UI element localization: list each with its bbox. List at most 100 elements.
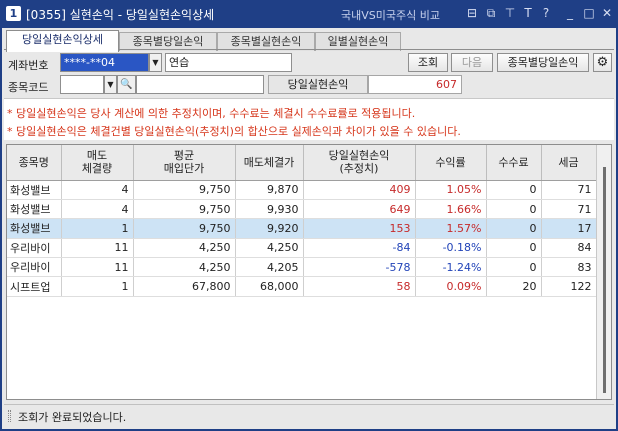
cell-sell-qty: 1: [61, 218, 134, 239]
cell-fee: 20: [486, 276, 542, 297]
realized-pnl-label: 당일실현손익: [268, 75, 368, 94]
notice-line-1: * 당일실현손익은 당사 계산에 의한 추정치이며, 수수료는 체결시 수수료률…: [7, 107, 416, 120]
cell-return-rate: 1.57%: [415, 218, 487, 239]
pin-icon[interactable]: ⊤: [502, 5, 518, 21]
stock-code-dropdown-icon[interactable]: ▼: [104, 75, 117, 94]
cell-sell-price: 9,870: [235, 180, 304, 200]
cell-realized-pnl: 153: [303, 218, 416, 239]
cell-avg-buy-price: 9,750: [133, 180, 236, 200]
font-size-icon[interactable]: T: [520, 5, 536, 21]
cell-return-rate: 0.09%: [415, 276, 487, 297]
col-sell-qty[interactable]: 매도 체결량: [61, 145, 134, 181]
query-button[interactable]: 조회: [408, 53, 448, 72]
table-row[interactable]: 화성밸브 4 9,750 9,870 409 1.05% 0 71: [7, 180, 597, 200]
table-row[interactable]: 화성밸브 1 9,750 9,920 153 1.57% 0 17: [7, 218, 597, 239]
cell-realized-pnl: 58: [303, 276, 416, 297]
cell-avg-buy-price: 4,250: [133, 238, 236, 259]
realized-pnl-value: 607: [368, 75, 462, 94]
stock-name-field: [136, 75, 264, 94]
cell-sell-qty: 4: [61, 180, 134, 200]
table-row[interactable]: 시프트업 1 67,800 68,000 58 0.09% 20 122: [7, 276, 597, 297]
cell-realized-pnl: 649: [303, 199, 416, 220]
col-realized-pnl[interactable]: 당일실현손익 (추정치): [303, 145, 416, 181]
cell-fee: 0: [486, 199, 542, 220]
cell-avg-buy-price: 4,250: [133, 257, 236, 278]
next-button[interactable]: 다음: [451, 53, 493, 72]
cell-return-rate: -0.18%: [415, 238, 487, 259]
col-return-rate[interactable]: 수익률: [415, 145, 487, 181]
account-number-field[interactable]: ****-**04: [60, 53, 149, 72]
status-message: 조회가 완료되었습니다.: [18, 411, 127, 424]
col-stock-name[interactable]: 종목명: [7, 145, 62, 181]
cell-stock-name: 우리바이: [7, 238, 62, 259]
cell-stock-name: 우리바이: [7, 257, 62, 278]
window-title: [0355] 실현손익 - 당일실현손익상세: [26, 8, 215, 22]
cell-tax: 122: [541, 276, 597, 297]
cell-stock-name: 화성밸브: [7, 218, 62, 239]
cell-tax: 71: [541, 180, 597, 200]
cell-stock-name: 화성밸브: [7, 199, 62, 220]
notice-panel: * 당일실현손익은 당사 계산에 의한 추정치이며, 수수료는 체결시 수수료률…: [4, 98, 614, 140]
stock-search-icon[interactable]: 🔍: [117, 75, 136, 94]
cell-realized-pnl: 409: [303, 180, 416, 200]
layout-icon[interactable]: ⊟: [464, 5, 480, 21]
table-row[interactable]: 우리바이 11 4,250 4,205 -578 -1.24% 0 83: [7, 257, 597, 278]
cell-stock-name: 시프트업: [7, 276, 62, 297]
close-button[interactable]: ✕: [599, 5, 615, 21]
account-name-field: 연습: [165, 53, 292, 72]
cell-fee: 0: [486, 218, 542, 239]
cell-tax: 84: [541, 238, 597, 259]
cell-sell-price: 4,250: [235, 238, 304, 259]
table-row[interactable]: 화성밸브 4 9,750 9,930 649 1.66% 0 71: [7, 199, 597, 220]
title-bar: 1 [0355] 실현손익 - 당일실현손익상세 국내VS미국주식 비교 ⊟ ⧉…: [0, 0, 618, 28]
cell-tax: 71: [541, 199, 597, 220]
settings-gear-icon[interactable]: ⚙: [593, 53, 612, 72]
cell-return-rate: 1.66%: [415, 199, 487, 220]
compare-link[interactable]: 국내VS미국주식 비교: [341, 7, 440, 23]
maximize-button[interactable]: □: [581, 5, 597, 21]
stock-code-input[interactable]: [60, 75, 104, 94]
cell-avg-buy-price: 9,750: [133, 218, 236, 239]
cell-sell-price: 9,920: [235, 218, 304, 239]
cell-sell-price: 9,930: [235, 199, 304, 220]
vertical-scrollbar[interactable]: [596, 145, 611, 399]
cell-return-rate: -1.24%: [415, 257, 487, 278]
cell-sell-price: 4,205: [235, 257, 304, 278]
cell-tax: 83: [541, 257, 597, 278]
pnl-grid: 종목명 매도 체결량 평균 매입단가 매도체결가 당일실현손익 (추정치) 수익…: [6, 144, 612, 400]
cell-sell-qty: 1: [61, 276, 134, 297]
cell-fee: 0: [486, 257, 542, 278]
notice-line-2: * 당일실현손익은 체결건별 당일실현손익(추정치)의 합산으로 실제손익과 차…: [7, 125, 461, 138]
cell-realized-pnl: -84: [303, 238, 416, 259]
cell-return-rate: 1.05%: [415, 180, 487, 200]
minimize-button[interactable]: _: [562, 5, 578, 21]
stock-code-label: 종목코드: [8, 81, 49, 94]
window-body: 당일실현손익상세 종목별당일손익 종목별실현손익 일별실현손익 계좌번호 ***…: [2, 28, 616, 429]
cell-avg-buy-price: 67,800: [133, 276, 236, 297]
table-row[interactable]: 우리바이 11 4,250 4,250 -84 -0.18% 0 84: [7, 238, 597, 259]
col-avg-buy-price[interactable]: 평균 매입단가: [133, 145, 236, 181]
scrollbar-thumb[interactable]: [603, 167, 606, 393]
copy-window-icon[interactable]: ⧉: [483, 5, 499, 21]
status-grip-icon: [8, 410, 11, 422]
table-header-row: 종목명 매도 체결량 평균 매입단가 매도체결가 당일실현손익 (추정치) 수익…: [7, 145, 597, 181]
tab-daily-realized-detail[interactable]: 당일실현손익상세: [6, 30, 119, 52]
cell-sell-price: 68,000: [235, 276, 304, 297]
cell-avg-buy-price: 9,750: [133, 199, 236, 220]
cell-fee: 0: [486, 180, 542, 200]
cell-sell-qty: 11: [61, 238, 134, 259]
help-icon[interactable]: ?: [538, 5, 554, 21]
stock-daily-pnl-button[interactable]: 종목별당일손익: [497, 53, 589, 72]
col-fee[interactable]: 수수료: [486, 145, 542, 181]
cell-sell-qty: 4: [61, 199, 134, 220]
cell-realized-pnl: -578: [303, 257, 416, 278]
cell-fee: 0: [486, 238, 542, 259]
account-dropdown-icon[interactable]: ▼: [149, 53, 162, 72]
col-sell-price[interactable]: 매도체결가: [235, 145, 304, 181]
window-number-icon[interactable]: 1: [6, 6, 21, 21]
cell-tax: 17: [541, 218, 597, 239]
account-label: 계좌번호: [8, 59, 49, 72]
status-bar: 조회가 완료되었습니다.: [4, 404, 614, 426]
cell-sell-qty: 11: [61, 257, 134, 278]
col-tax[interactable]: 세금: [541, 145, 597, 181]
